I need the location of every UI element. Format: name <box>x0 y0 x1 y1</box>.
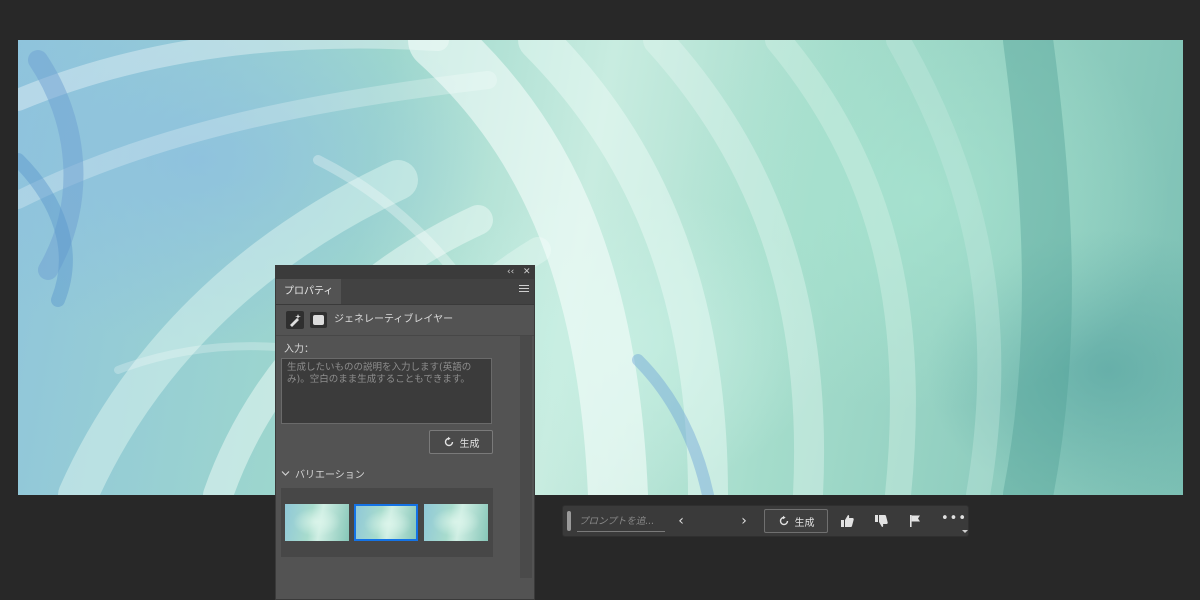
panel-scrollbar[interactable] <box>520 336 532 578</box>
taskbar-options-caret-icon[interactable] <box>962 530 968 533</box>
input-label: 入力： <box>284 344 314 355</box>
thumbs-up-icon[interactable] <box>839 513 855 529</box>
app-window: ‹‹ ✕ プロパティ ジェネレーティブレイヤー 入力： 生成したいものの説明を入… <box>0 0 1200 600</box>
thumbs-down-icon[interactable] <box>873 513 889 529</box>
variations-thumbnails <box>281 488 493 557</box>
generative-brush-icon <box>286 311 304 329</box>
layer-mask-icon <box>310 312 327 328</box>
variations-header[interactable]: バリエーション <box>281 466 365 481</box>
taskbar-generate-label: 生成 <box>794 517 815 529</box>
taskbar-generate-button[interactable]: 生成 <box>764 509 828 533</box>
generate-button-label: 生成 <box>459 438 480 450</box>
variations-label: バリエーション <box>295 469 365 481</box>
tab-properties[interactable]: プロパティ <box>276 279 342 304</box>
refresh-icon <box>444 436 453 447</box>
canvas-brushstrokes <box>18 40 1072 495</box>
collapse-panel-icon[interactable]: ‹‹ <box>507 266 514 279</box>
generate-button[interactable]: 生成 <box>429 430 493 454</box>
document-canvas[interactable] <box>18 40 1183 495</box>
layer-info-row: ジェネレーティブレイヤー <box>276 305 534 336</box>
properties-panel: ‹‹ ✕ プロパティ ジェネレーティブレイヤー 入力： 生成したいものの説明を入… <box>275 265 535 600</box>
taskbar-drag-handle[interactable] <box>567 511 571 531</box>
panel-title-bar: ‹‹ ✕ <box>276 266 534 279</box>
flag-icon[interactable] <box>907 513 923 529</box>
panel-tab-row: プロパティ <box>276 279 534 305</box>
contextual-task-bar: ‹ › 生成 ••• <box>562 505 969 537</box>
next-variation-button[interactable]: › <box>736 512 752 530</box>
more-icon[interactable]: ••• <box>941 511 966 529</box>
variation-thumbnail-3[interactable] <box>424 504 488 541</box>
layer-type-label: ジェネレーティブレイヤー <box>334 314 454 325</box>
prompt-textarea[interactable]: 生成したいものの説明を入力します(英語のみ)。空白のまま生成することもできます。 <box>281 358 492 424</box>
chevron-down-icon <box>281 470 290 476</box>
variation-thumbnail-2[interactable] <box>354 504 418 541</box>
panel-menu-icon[interactable] <box>519 285 529 295</box>
refresh-icon <box>779 515 788 526</box>
previous-variation-button[interactable]: ‹ <box>673 512 689 530</box>
taskbar-prompt-input[interactable] <box>577 512 665 532</box>
close-panel-icon[interactable]: ✕ <box>523 266 531 279</box>
variation-thumbnail-1[interactable] <box>285 504 349 541</box>
